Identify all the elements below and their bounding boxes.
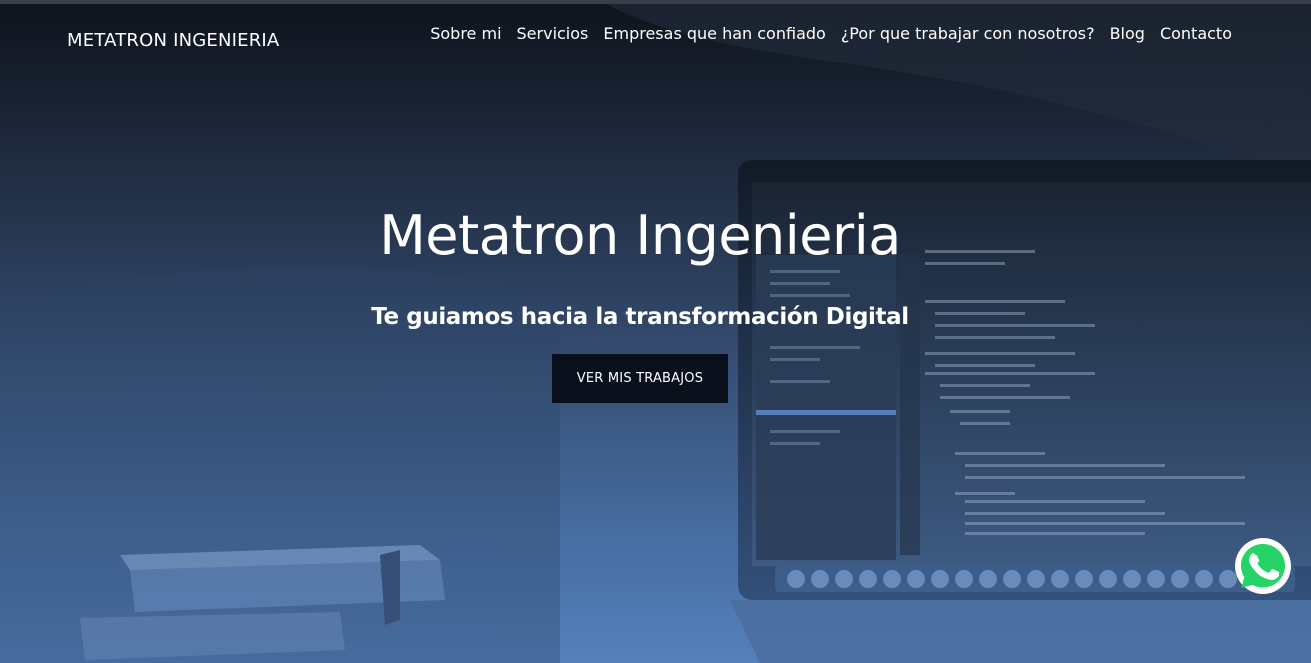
whatsapp-icon — [1235, 538, 1291, 594]
nav-link-blog[interactable]: Blog — [1110, 24, 1145, 43]
hero-title: Metatron Ingenieria — [379, 204, 901, 267]
ver-mis-trabajos-button[interactable]: VER MIS TRABAJOS — [552, 354, 728, 403]
whatsapp-chat-button[interactable] — [1234, 537, 1292, 595]
nav-link-sobre-mi[interactable]: Sobre mi — [430, 24, 501, 43]
nav-links: Sobre mi Servicios Empresas que han conf… — [430, 24, 1232, 43]
hero-subtitle: Te guiamos hacia la transformación Digit… — [371, 304, 909, 330]
nav-link-contacto[interactable]: Contacto — [1160, 24, 1232, 43]
main-navbar: METATRON INGENIERIA Sobre mi Servicios E… — [0, 4, 1311, 66]
nav-link-por-que-trabajar[interactable]: ¿Por que trabajar con nosotros? — [841, 24, 1095, 43]
hero-content: Metatron Ingenieria Te guiamos hacia la … — [0, 196, 1280, 403]
hero-section: METATRON INGENIERIA Sobre mi Servicios E… — [0, 0, 1311, 663]
nav-link-servicios[interactable]: Servicios — [517, 24, 589, 43]
nav-link-empresas[interactable]: Empresas que han confiado — [603, 24, 825, 43]
brand-logo-link[interactable]: METATRON INGENIERIA — [67, 30, 279, 51]
